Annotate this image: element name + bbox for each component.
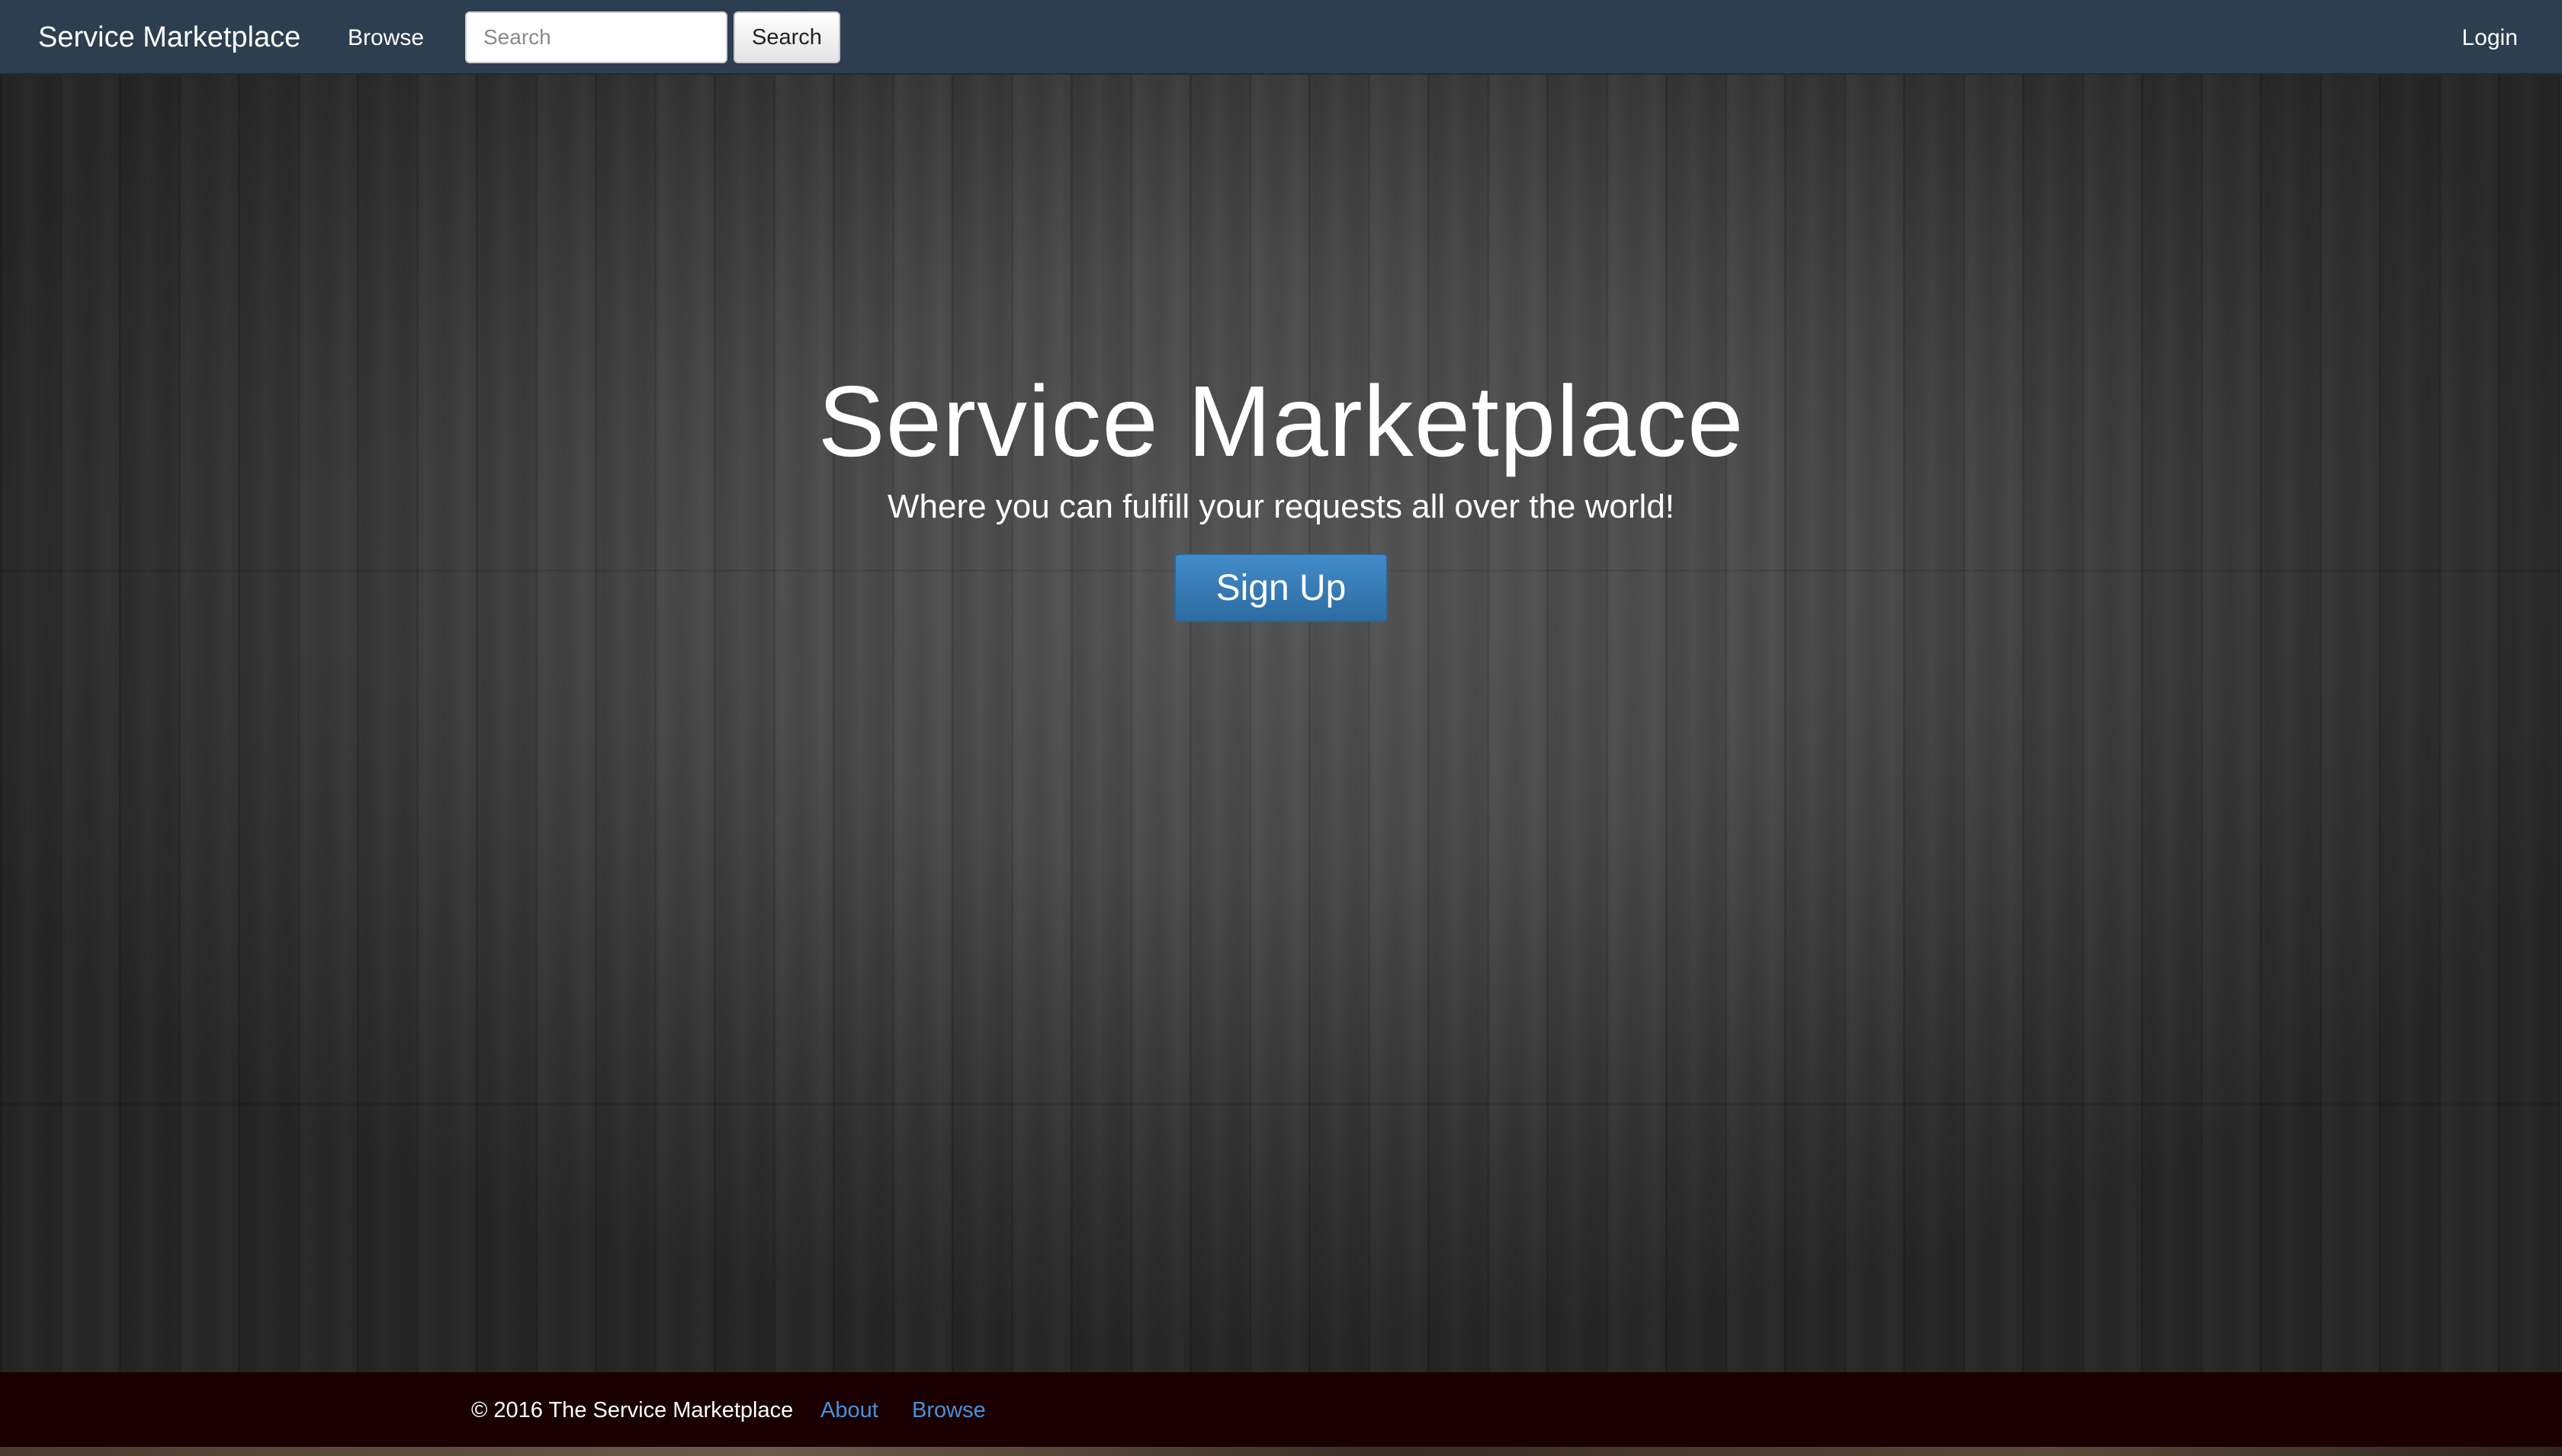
footer: © 2016 The Service Marketplace About Bro… [0, 1372, 2562, 1447]
sign-up-button[interactable]: Sign Up [1174, 553, 1388, 622]
footer-browse-link[interactable]: Browse [912, 1393, 986, 1427]
footer-about-link[interactable]: About [820, 1393, 878, 1427]
login-link[interactable]: Login [2462, 21, 2518, 55]
brand-link[interactable]: Service Marketplace [38, 18, 300, 56]
top-navbar: Service Marketplace Browse Search Login [0, 0, 2562, 75]
nav-browse-link[interactable]: Browse [348, 21, 424, 55]
hero-subtitle: Where you can fulfill your requests all … [887, 488, 1675, 525]
search-button[interactable]: Search [734, 11, 840, 63]
hero-vignette [0, 75, 2562, 1372]
footer-copyright: © 2016 The Service Marketplace [471, 1398, 794, 1422]
hero-section: Service Marketplace Where you can fulfil… [0, 75, 2562, 1372]
search-input[interactable] [465, 11, 727, 63]
bottom-background-strip [0, 1447, 2562, 1456]
hero-title: Service Marketplace [817, 365, 1745, 477]
